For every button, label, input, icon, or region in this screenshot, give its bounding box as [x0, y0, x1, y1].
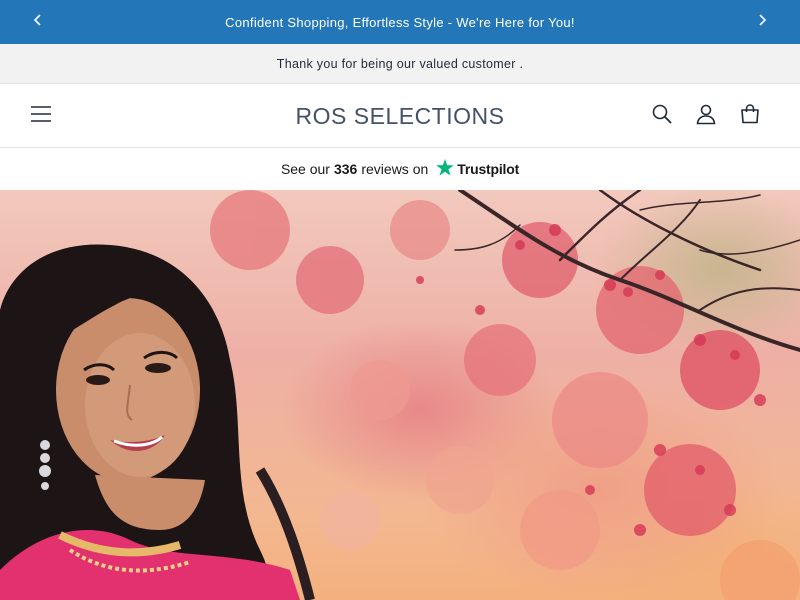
thank-you-text: Thank you for being our valued customer … [276, 56, 524, 71]
announcement-prev-button[interactable] [18, 0, 58, 44]
thank-you-bar: Thank you for being our valued customer … [0, 44, 800, 84]
trustpilot-logo: Trustpilot [436, 159, 519, 179]
hero-image [0, 190, 800, 600]
trustpilot-star-icon [436, 159, 457, 179]
search-icon [651, 103, 673, 130]
chevron-right-icon [757, 13, 767, 31]
site-header: ROS SELECTIONS [0, 84, 800, 148]
site-logo-wrap: ROS SELECTIONS [0, 84, 800, 148]
cart-icon [739, 103, 761, 130]
trustpilot-reviews-link[interactable]: See our 336 reviews on Trustpilot [0, 148, 800, 190]
chevron-left-icon [33, 13, 43, 31]
site-logo[interactable]: ROS SELECTIONS [296, 103, 505, 130]
trustpilot-brand-text: Trustpilot [457, 161, 520, 177]
announcement-bar: Confident Shopping, Effortless Style - W… [0, 0, 800, 44]
account-button[interactable] [692, 102, 720, 130]
trustpilot-prefix: See our [280, 161, 330, 177]
account-icon [695, 103, 717, 130]
menu-button[interactable] [26, 102, 56, 130]
review-count: 336 [333, 161, 358, 177]
announcement-text: Confident Shopping, Effortless Style - W… [225, 14, 575, 30]
trustpilot-suffix: reviews on [361, 161, 429, 177]
announcement-next-button[interactable] [742, 0, 782, 44]
cart-button[interactable] [736, 102, 764, 130]
menu-icon [30, 105, 52, 128]
search-button[interactable] [648, 102, 676, 130]
hero-banner[interactable] [0, 190, 800, 600]
